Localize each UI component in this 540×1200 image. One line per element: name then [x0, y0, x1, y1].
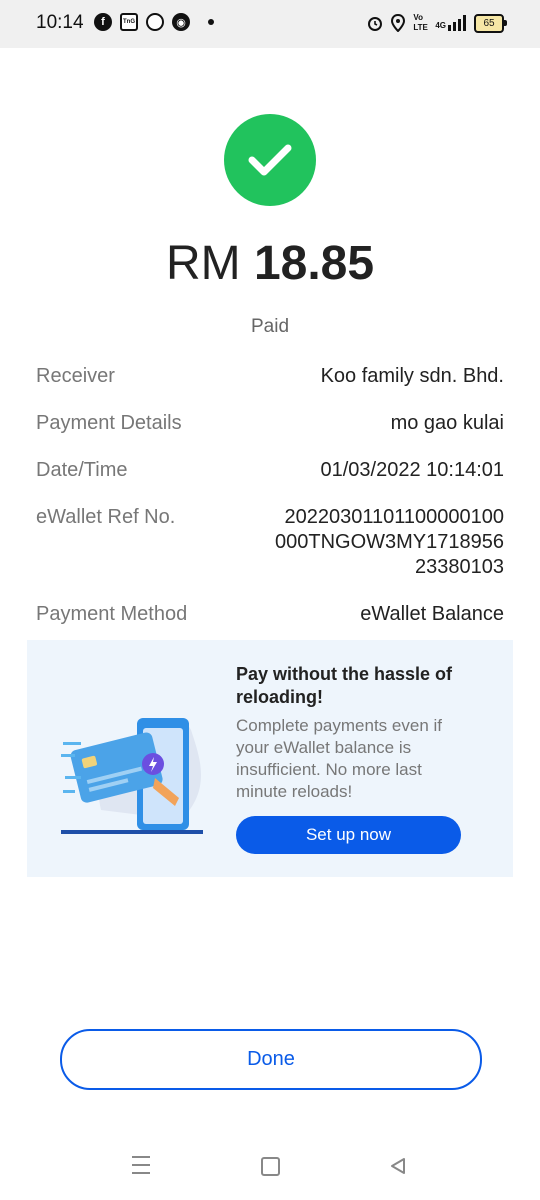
done-button[interactable]: Done [60, 1029, 482, 1090]
signal-icon: 4G [435, 15, 466, 31]
payment-amount: RM 18.85 [0, 236, 540, 291]
more-notifications-icon [208, 19, 214, 25]
recent-apps-icon[interactable] [132, 1156, 150, 1174]
amount-value: 18.85 [253, 237, 375, 290]
back-icon[interactable] [388, 1156, 408, 1176]
alarm-icon [368, 17, 383, 31]
payment-method-value: eWallet Balance [360, 603, 504, 625]
promo-title: Pay without the hassle of reloading! [236, 664, 453, 707]
payment-details-row: Payment Details mo gao kulai [36, 411, 504, 436]
promo-description: Complete payments even if your eWallet b… [236, 716, 442, 801]
status-bar: 10:14 f TnG ◉ Vo LTE 4G 65 [0, 0, 540, 48]
datetime-label: Date/Time [36, 459, 128, 481]
touch-n-go-icon: TnG [120, 13, 138, 31]
battery-icon: 65 [474, 13, 507, 33]
transaction-details: Receiver Koo family sdn. Bhd. Payment De… [36, 364, 504, 649]
card-phone-illustration-icon [61, 718, 203, 834]
system-icons: Vo LTE 4G 65 [367, 13, 507, 33]
home-icon[interactable] [261, 1157, 280, 1176]
payment-details-value: mo gao kulai [390, 412, 504, 434]
notification-icons: f TnG ◉ [94, 13, 214, 31]
chrome-icon: ◉ [172, 13, 190, 31]
location-icon [391, 14, 406, 32]
volte-icon: Vo LTE [413, 13, 428, 32]
status-time: 10:14 [36, 12, 84, 33]
foodpanda-icon [146, 13, 164, 31]
set-up-now-button[interactable]: Set up now [236, 816, 461, 854]
receiver-row: Receiver Koo family sdn. Bhd. [36, 364, 504, 389]
ref-no-value: 20220301101100000100000TNGOW3MY171895623… [274, 506, 504, 578]
auto-reload-promo-banner: Pay without the hassle of reloading! Com… [27, 640, 513, 877]
datetime-row: Date/Time 01/03/2022 10:14:01 [36, 458, 504, 483]
facebook-icon: f [94, 13, 112, 31]
payment-details-label: Payment Details [36, 412, 182, 434]
ref-no-row: eWallet Ref No. 20220301101100000100000T… [36, 505, 504, 580]
system-navigation-bar [0, 1140, 540, 1200]
payment-status: Paid [250, 316, 290, 337]
ref-no-label: eWallet Ref No. [36, 506, 176, 528]
receiver-value: Koo family sdn. Bhd. [320, 365, 504, 387]
success-check-icon [224, 114, 316, 206]
currency-label: RM [165, 237, 241, 290]
datetime-value: 01/03/2022 10:14:01 [320, 459, 504, 481]
payment-method-row: Payment Method eWallet Balance [36, 602, 504, 627]
payment-method-label: Payment Method [36, 603, 188, 625]
receiver-label: Receiver [36, 365, 115, 387]
